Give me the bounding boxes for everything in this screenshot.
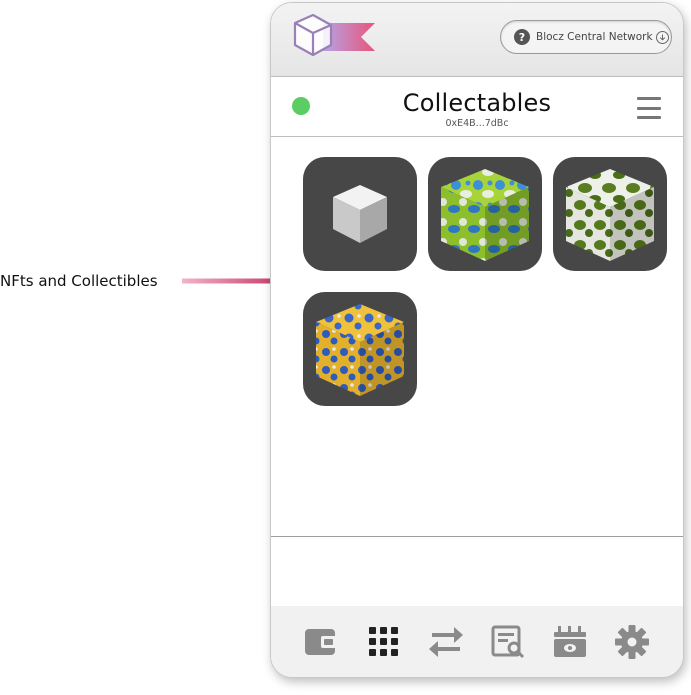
page-title: Collectables: [402, 89, 552, 117]
bottom-navbar: [271, 606, 683, 677]
nav-settings[interactable]: [614, 624, 650, 660]
collectible-tile[interactable]: [553, 157, 667, 271]
green-blue-camo-cube-icon: [441, 169, 529, 261]
blocz-logo-icon: [293, 13, 375, 57]
chevron-down-icon: [655, 30, 669, 44]
annotation-label: NFts and Collectibles: [0, 272, 158, 290]
top-bar: ? Blocz Central Network: [271, 3, 683, 77]
calendar-money-icon: [554, 626, 586, 657]
nav-history[interactable]: [490, 624, 526, 660]
plain-grey-cube-icon: [333, 185, 387, 243]
gear-icon: [615, 625, 649, 659]
olive-white-camo-cube-icon: [566, 169, 654, 261]
transfer-arrows-icon: [429, 627, 463, 657]
yellow-blue-camo-cube-icon: [316, 304, 404, 396]
network-selector-button[interactable]: ? Blocz Central Network: [500, 20, 672, 54]
network-label: Blocz Central Network: [536, 31, 653, 43]
nav-wallet[interactable]: [303, 624, 339, 660]
wallet-window: ? Blocz Central Network Collectables 0xE…: [270, 2, 684, 678]
grid-icon: [369, 627, 398, 656]
receipt-search-icon: [491, 625, 525, 659]
nav-staking[interactable]: [552, 624, 588, 660]
screen: NFts and Collectibles ? Blocz Central Ne…: [0, 0, 691, 695]
collectible-tile[interactable]: [303, 157, 417, 271]
wallet-icon: [305, 629, 337, 655]
hamburger-menu-icon[interactable]: [637, 97, 661, 119]
collectible-tile[interactable]: [428, 157, 542, 271]
nav-collectibles[interactable]: [366, 624, 402, 660]
wallet-address[interactable]: 0xE4B...7dBc: [271, 118, 683, 129]
content-divider: [271, 536, 683, 537]
nav-transfer[interactable]: [428, 624, 464, 660]
collectible-tile[interactable]: [303, 292, 417, 406]
question-icon[interactable]: ?: [514, 29, 530, 45]
header: Collectables 0xE4B...7dBc: [271, 77, 683, 137]
annotation: NFts and Collectibles: [0, 268, 158, 294]
